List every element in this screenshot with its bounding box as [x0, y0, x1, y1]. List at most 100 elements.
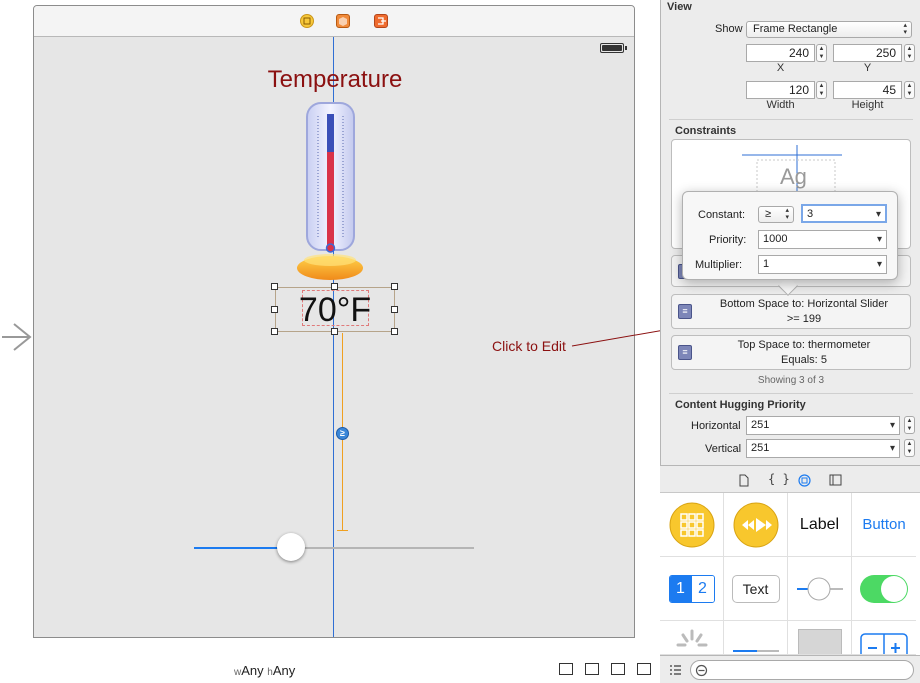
activity-indicator-icon: [676, 629, 707, 647]
library-filter-input[interactable]: [690, 660, 914, 680]
collection-view-icon: [669, 502, 714, 547]
temperature-value-label[interactable]: 70°F: [275, 288, 395, 333]
library-item-stepper[interactable]: [852, 621, 916, 655]
constraint-bottom-target: Horizontal Slider: [807, 298, 889, 310]
layout-toolbar: [559, 663, 651, 677]
priority-field[interactable]: 1000: [758, 230, 887, 249]
switch-icon: [860, 574, 908, 603]
align-icon[interactable]: [559, 663, 573, 675]
constant-value-field[interactable]: 3: [801, 204, 887, 223]
constraint-top-label: Top Space to:: [737, 339, 805, 351]
constraint-bottom-text: Bottom Space to: Horizontal Slider >= 19…: [702, 297, 906, 327]
constraint-item-bottom-space[interactable]: ≡ Bottom Space to: Horizontal Slider >= …: [671, 294, 911, 329]
constant-relation-popup[interactable]: ≥: [758, 206, 794, 223]
hugging-vertical-label: Vertical: [705, 443, 742, 455]
library-item-view[interactable]: [788, 621, 852, 655]
initial-scene-arrow-icon: [2, 323, 32, 351]
resize-handle-bottom-right[interactable]: [391, 328, 398, 335]
pin-icon[interactable]: [585, 663, 599, 675]
constraints-section-heading: Constraints: [675, 125, 737, 137]
constraint-top-relation: Equals:: [781, 354, 818, 366]
preview-text: Ag: [780, 164, 807, 189]
resize-handle-right[interactable]: [391, 306, 398, 313]
library-item-text-field[interactable]: Text: [724, 557, 788, 621]
hugging-horizontal-label: Horizontal: [691, 420, 741, 432]
size-class-control[interactable]: wAny hAny: [234, 663, 295, 678]
temperature-title-label[interactable]: Temperature: [34, 66, 634, 94]
resize-handle-bottom-left[interactable]: [271, 328, 278, 335]
constraint-badge-icon[interactable]: ≥: [336, 427, 349, 440]
view-preview: [797, 629, 842, 654]
library-item-collection-view[interactable]: [660, 493, 724, 557]
media-player-icon: [733, 502, 778, 547]
height-stepper[interactable]: ▲ ▼: [904, 81, 915, 99]
show-popup-button[interactable]: Frame Rectangle: [746, 21, 912, 38]
y-field[interactable]: 250: [833, 44, 902, 62]
segment-2: 2: [691, 575, 714, 602]
constraint-edit-popover: Constant: ≥ 3 Priority: 1000 Multiplier:…: [682, 191, 898, 280]
x-label: X: [776, 62, 785, 74]
hugging-horizontal-stepper[interactable]: ▲ ▼: [904, 416, 915, 434]
library-item-av-player[interactable]: [724, 493, 788, 557]
exit-icon[interactable]: [374, 14, 388, 28]
object-library-icon[interactable]: [798, 474, 811, 487]
width-stepper[interactable]: ▲ ▼: [816, 81, 827, 99]
y-label: Y: [863, 62, 872, 74]
resize-handle-bottom[interactable]: [331, 328, 338, 335]
resolve-issues-icon[interactable]: [611, 663, 625, 675]
file-template-icon[interactable]: [738, 474, 750, 487]
library-item-activity-indicator[interactable]: [660, 621, 724, 655]
hugging-vertical-stepper[interactable]: ▲ ▼: [904, 439, 915, 457]
media-library-icon[interactable]: [829, 474, 842, 486]
constraint-type-icon: ≡: [678, 304, 692, 319]
battery-icon: [600, 43, 627, 53]
resize-handle-top-left[interactable]: [271, 283, 278, 290]
hugging-section-heading: Content Hugging Priority: [675, 399, 806, 411]
scene-dock: [34, 6, 634, 37]
library-item-button[interactable]: Button: [852, 493, 916, 557]
constraint-type-icon: ≡: [678, 345, 692, 360]
resizing-behavior-icon[interactable]: [637, 663, 651, 675]
thermometer-image[interactable]: [296, 102, 366, 284]
multiplier-field[interactable]: 1: [758, 255, 887, 274]
resize-handle-top-right[interactable]: [391, 283, 398, 290]
code-snippet-icon[interactable]: { }: [768, 472, 790, 486]
filter-icon: [695, 664, 708, 677]
x-field[interactable]: 240: [746, 44, 815, 62]
size-class-h-value: Any: [272, 663, 296, 678]
slider-track-maximum[interactable]: [291, 547, 474, 549]
size-class-w-value: Any: [241, 663, 264, 678]
library-item-progress-view[interactable]: [724, 621, 788, 655]
hugging-horizontal-field[interactable]: 251: [746, 416, 900, 435]
library-item-label[interactable]: Label: [788, 493, 852, 557]
constraints-count: Showing 3 of 3: [757, 375, 825, 386]
segment-1: 1: [669, 575, 692, 602]
show-label: Show: [715, 23, 743, 35]
library-item-switch[interactable]: [852, 557, 916, 621]
view-controller-scene[interactable]: Temperature 70°F ≥: [33, 5, 635, 638]
priority-label: Priority:: [709, 234, 747, 246]
constraint-item-top-space[interactable]: ≡ Top Space to: thermometer Equals: 5: [671, 335, 911, 370]
constraint-end-cap: [337, 530, 348, 531]
library-item-slider[interactable]: [788, 557, 852, 621]
multiplier-label: Multiplier:: [695, 259, 743, 271]
constraint-bottom-label: Bottom Space to:: [719, 298, 805, 310]
constraint-top-value: 5: [820, 354, 827, 366]
resize-handle-top[interactable]: [331, 283, 338, 290]
first-responder-icon[interactable]: [336, 14, 350, 28]
view-controller-icon[interactable]: [300, 14, 314, 28]
hugging-vertical-field[interactable]: 251: [746, 439, 900, 458]
section-divider: [669, 119, 913, 120]
list-view-icon[interactable]: [669, 664, 682, 676]
resize-handle-left[interactable]: [271, 306, 278, 313]
segmented-control-preview: 1 2: [668, 574, 715, 603]
y-stepper[interactable]: ▲ ▼: [904, 44, 915, 62]
height-field[interactable]: 45: [833, 81, 902, 99]
width-label: Width: [766, 99, 795, 111]
x-stepper[interactable]: ▲ ▼: [816, 44, 827, 62]
section-divider: [669, 393, 913, 394]
horizontal-slider-thumb[interactable]: [277, 533, 305, 561]
library-item-segmented-control[interactable]: 1 2: [660, 557, 724, 621]
width-field[interactable]: 120: [746, 81, 815, 99]
constraint-top-target: thermometer: [807, 339, 871, 351]
